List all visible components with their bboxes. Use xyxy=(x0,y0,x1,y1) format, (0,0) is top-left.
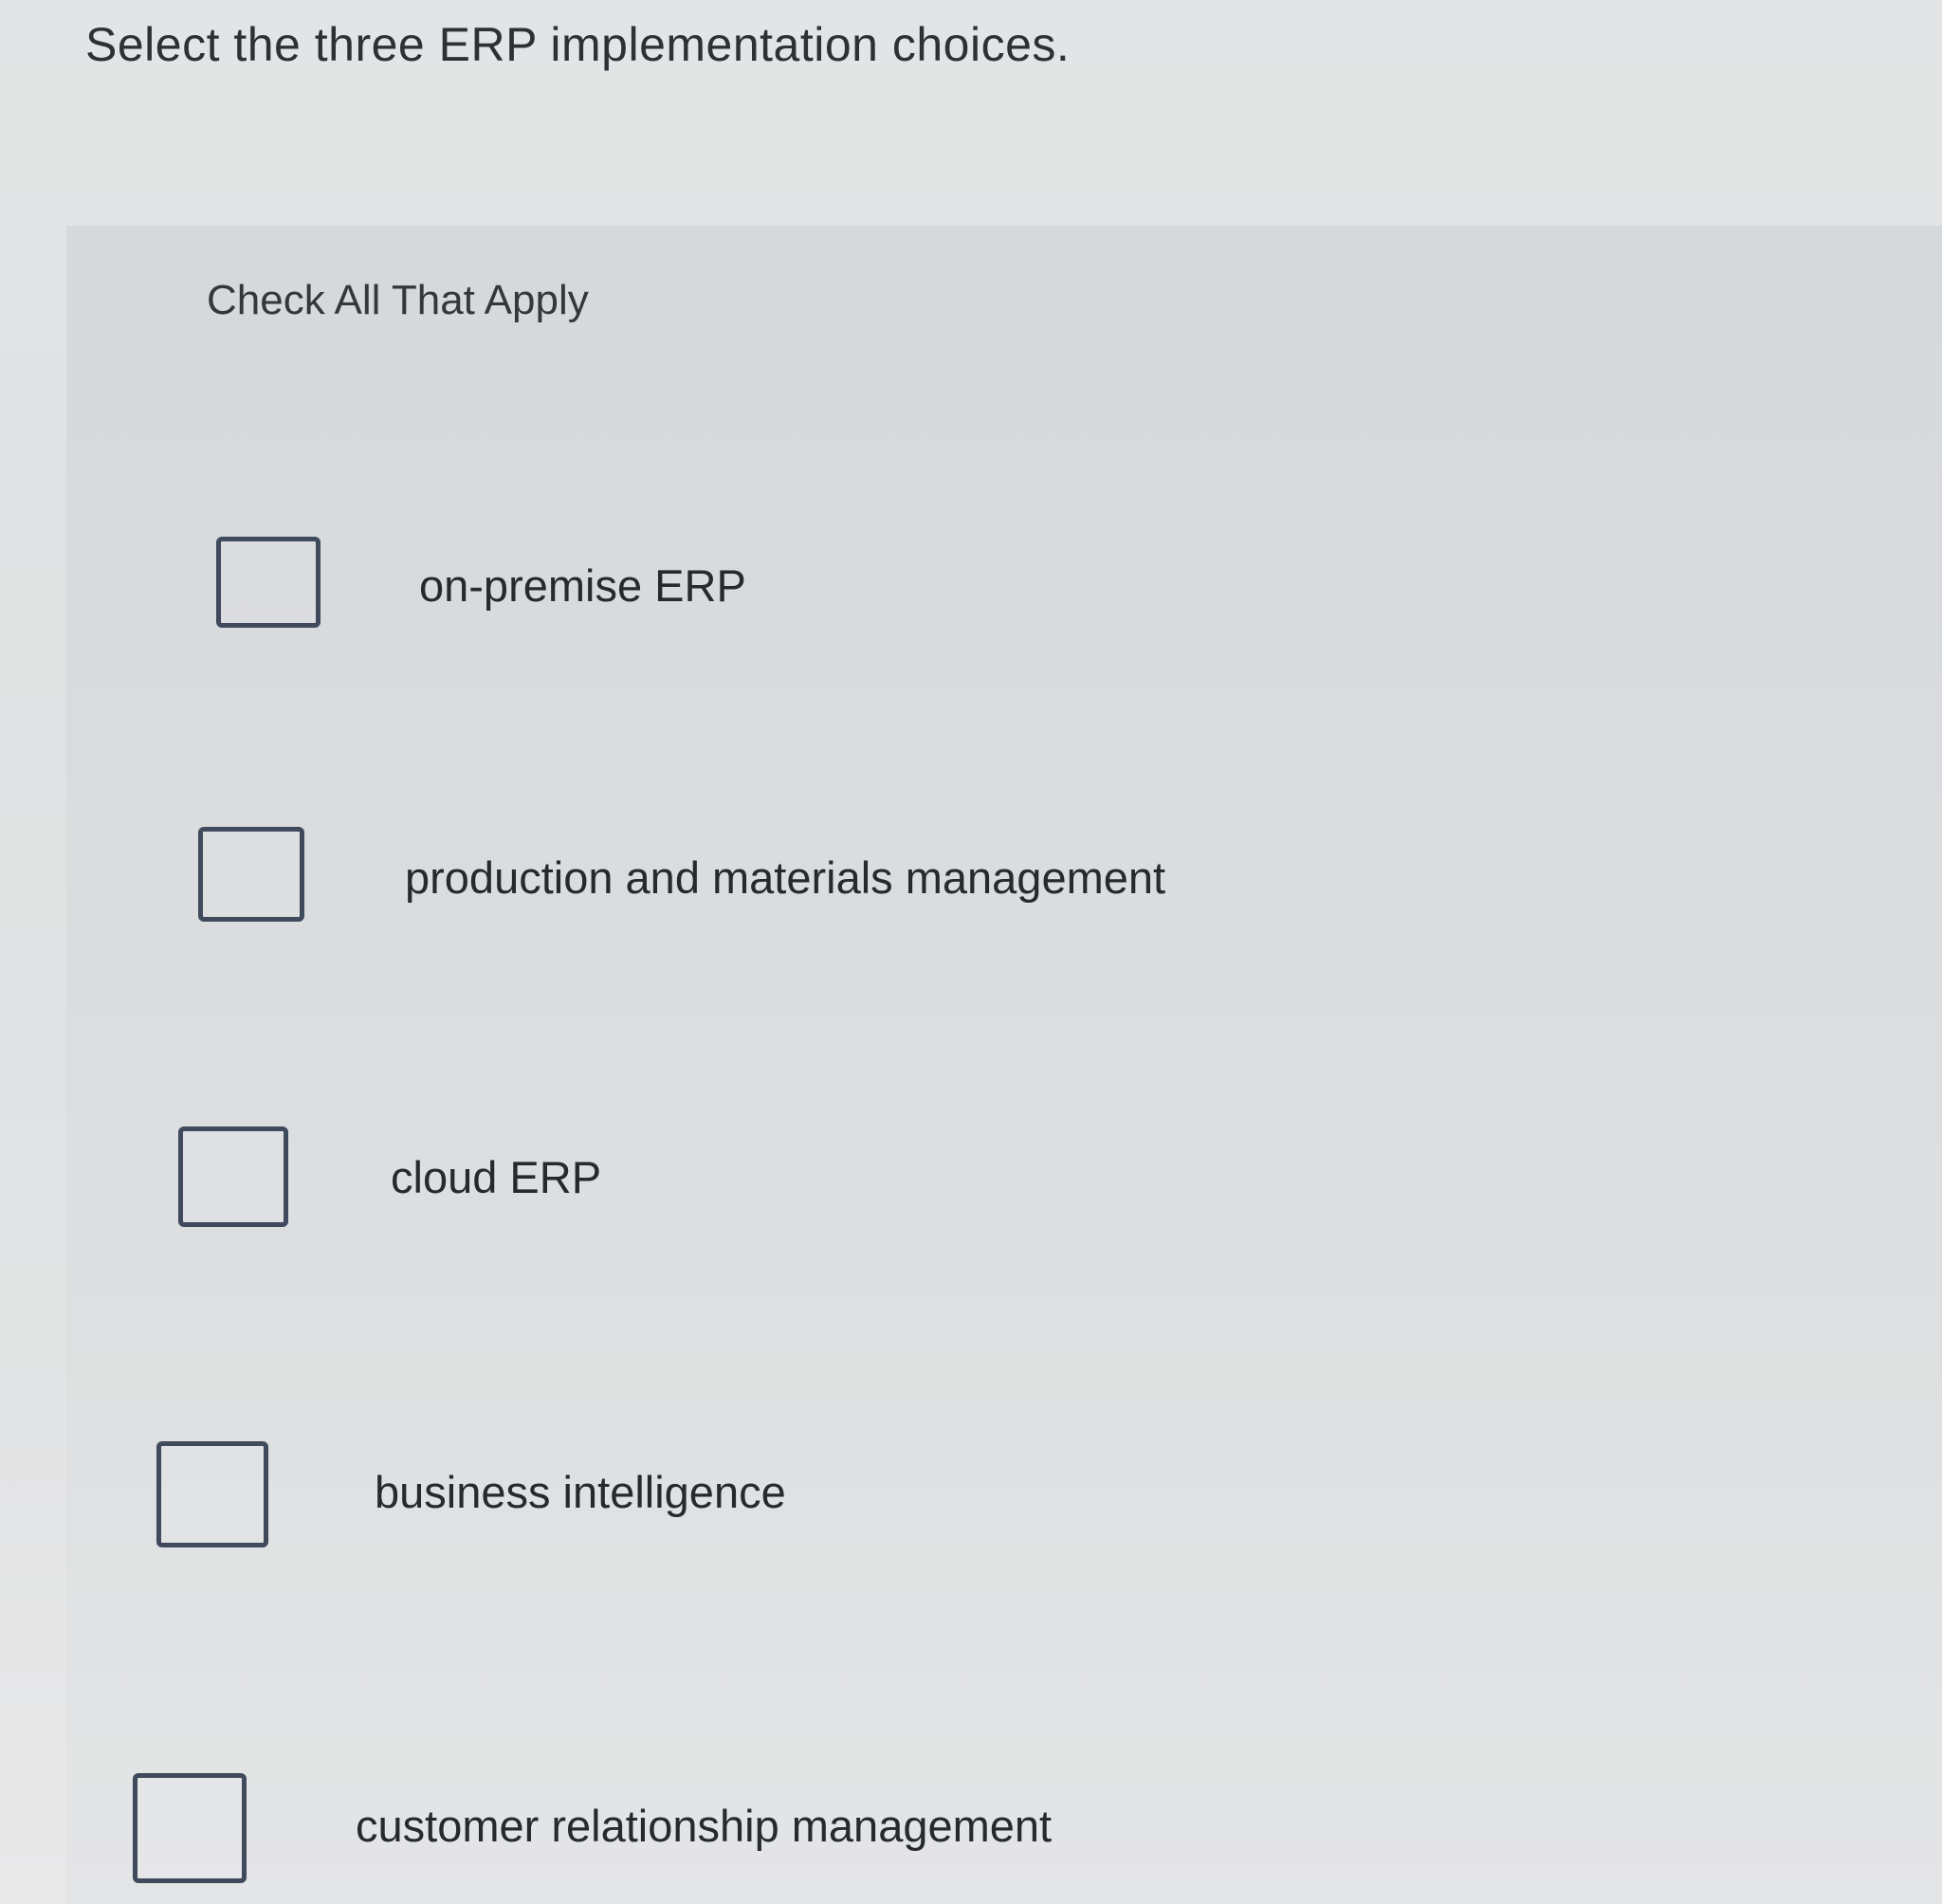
option-label[interactable]: on-premise ERP xyxy=(419,559,746,612)
checkbox[interactable] xyxy=(133,1773,247,1883)
option-label[interactable]: production and materials management xyxy=(405,851,1165,904)
checkbox[interactable] xyxy=(156,1441,268,1547)
instruction-text: Check All That Apply xyxy=(207,277,589,323)
option-label[interactable]: business intelligence xyxy=(375,1466,786,1518)
option-label[interactable]: customer relationship management xyxy=(356,1800,1052,1852)
checkbox[interactable] xyxy=(216,537,321,628)
checkbox[interactable] xyxy=(198,827,304,922)
question-text: Select the three ERP implementation choi… xyxy=(85,18,1071,71)
option-label[interactable]: cloud ERP xyxy=(391,1151,601,1203)
checkbox[interactable] xyxy=(178,1126,288,1227)
answer-panel xyxy=(66,226,1942,1904)
